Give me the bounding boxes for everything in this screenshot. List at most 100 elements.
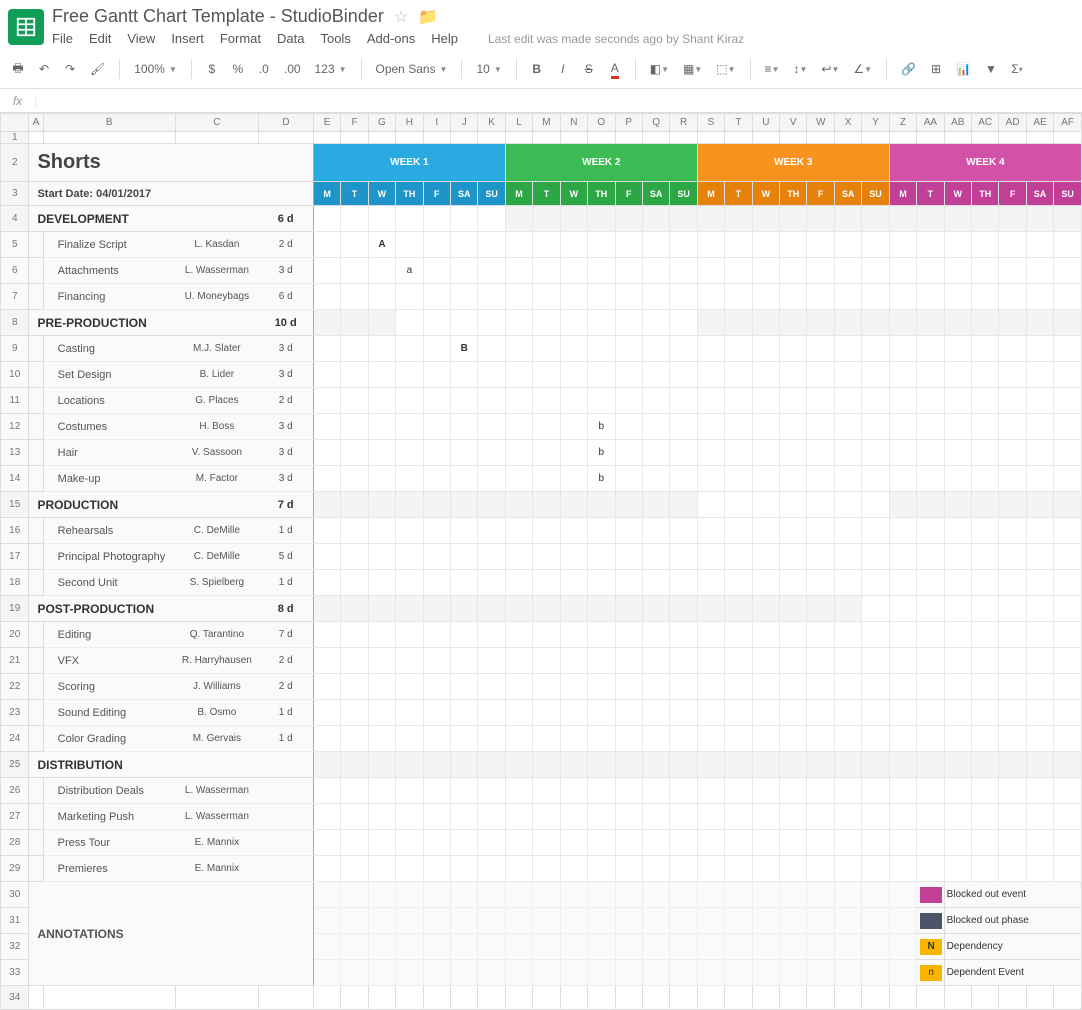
gantt-cell[interactable] [642, 726, 669, 752]
gantt-cell[interactable] [725, 726, 752, 752]
row-header[interactable]: 8 [1, 310, 29, 336]
gantt-cell[interactable] [588, 700, 615, 726]
menu-format[interactable]: Format [220, 31, 261, 46]
task-duration[interactable]: 5 d [259, 544, 314, 570]
gantt-cell[interactable] [313, 856, 340, 882]
day-header[interactable]: SU [862, 182, 889, 206]
gantt-cell[interactable] [615, 466, 642, 492]
gantt-cell[interactable] [725, 622, 752, 648]
gantt-cell[interactable] [889, 388, 916, 414]
gantt-cell[interactable] [752, 414, 779, 440]
gantt-cell[interactable] [423, 206, 450, 232]
gantt-cell[interactable] [697, 414, 724, 440]
gantt-cell[interactable] [1054, 752, 1082, 778]
cell[interactable] [396, 908, 423, 934]
row-header[interactable]: 11 [1, 388, 29, 414]
gantt-cell[interactable] [368, 414, 395, 440]
gantt-cell[interactable] [642, 518, 669, 544]
gantt-cell[interactable] [368, 830, 395, 856]
task-duration[interactable] [259, 804, 314, 830]
col-header[interactable]: AB [944, 114, 971, 132]
cell[interactable] [533, 934, 560, 960]
task-name[interactable]: Editing [43, 622, 175, 648]
h-align-icon[interactable]: ≡▼ [761, 56, 784, 82]
gantt-cell[interactable] [505, 310, 532, 336]
gantt-cell[interactable] [697, 440, 724, 466]
gantt-cell[interactable] [917, 284, 944, 310]
cell[interactable] [588, 908, 615, 934]
gantt-cell[interactable] [368, 518, 395, 544]
cell[interactable] [1026, 132, 1053, 144]
gantt-cell[interactable] [697, 362, 724, 388]
gantt-cell[interactable] [588, 674, 615, 700]
gantt-cell[interactable] [1026, 778, 1053, 804]
gantt-cell[interactable] [999, 388, 1026, 414]
gantt-cell[interactable] [505, 570, 532, 596]
gantt-cell[interactable] [889, 310, 916, 336]
gantt-cell[interactable] [834, 752, 861, 778]
gantt-cell[interactable] [642, 830, 669, 856]
gantt-cell[interactable] [752, 856, 779, 882]
gantt-cell[interactable] [341, 232, 368, 258]
gantt-cell[interactable] [642, 752, 669, 778]
cell[interactable] [615, 882, 642, 908]
day-header[interactable]: F [423, 182, 450, 206]
gantt-cell[interactable] [972, 362, 999, 388]
gantt-cell[interactable] [533, 622, 560, 648]
gantt-cell[interactable] [560, 752, 587, 778]
gantt-cell[interactable] [999, 674, 1026, 700]
gantt-cell[interactable] [697, 674, 724, 700]
gantt-cell[interactable] [615, 232, 642, 258]
gantt-cell[interactable] [862, 362, 889, 388]
gantt-cell[interactable] [423, 596, 450, 622]
gantt-cell[interactable] [313, 622, 340, 648]
gantt-cell[interactable] [450, 570, 477, 596]
gantt-cell[interactable] [752, 830, 779, 856]
gantt-cell[interactable] [752, 518, 779, 544]
gantt-cell[interactable] [1054, 622, 1082, 648]
row-header[interactable]: 3 [1, 182, 29, 206]
gantt-cell[interactable] [533, 414, 560, 440]
gantt-cell[interactable] [834, 778, 861, 804]
cell[interactable] [560, 132, 587, 144]
cell[interactable] [396, 934, 423, 960]
cell[interactable] [752, 132, 779, 144]
cell[interactable] [396, 986, 423, 1010]
gantt-cell[interactable] [588, 258, 615, 284]
gantt-cell[interactable] [1026, 284, 1053, 310]
gantt-cell[interactable] [670, 388, 697, 414]
gantt-cell[interactable] [533, 752, 560, 778]
gantt-cell[interactable] [450, 310, 477, 336]
task-name[interactable]: Casting [43, 336, 175, 362]
cell[interactable] [29, 648, 43, 674]
task-owner[interactable]: U. Moneybags [175, 284, 258, 310]
gantt-cell[interactable] [560, 856, 587, 882]
gantt-cell[interactable] [889, 232, 916, 258]
gantt-cell[interactable] [368, 622, 395, 648]
day-header[interactable]: F [999, 182, 1026, 206]
gantt-cell[interactable] [533, 830, 560, 856]
gantt-cell[interactable] [588, 206, 615, 232]
gantt-cell[interactable] [834, 466, 861, 492]
gantt-cell[interactable] [560, 570, 587, 596]
gantt-cell[interactable] [670, 856, 697, 882]
col-header[interactable]: F [341, 114, 368, 132]
gantt-cell[interactable] [725, 362, 752, 388]
row-header[interactable]: 29 [1, 856, 29, 882]
gantt-cell[interactable] [725, 804, 752, 830]
cell[interactable] [917, 132, 944, 144]
gantt-cell[interactable] [313, 388, 340, 414]
gantt-cell[interactable] [478, 336, 505, 362]
currency-icon[interactable]: $ [202, 56, 222, 82]
gantt-cell[interactable] [450, 258, 477, 284]
col-header[interactable]: W [807, 114, 834, 132]
gantt-cell[interactable] [642, 674, 669, 700]
cell[interactable] [670, 908, 697, 934]
gantt-cell[interactable] [313, 544, 340, 570]
gantt-cell[interactable] [917, 232, 944, 258]
gantt-cell[interactable] [368, 284, 395, 310]
cell[interactable] [697, 882, 724, 908]
gantt-cell[interactable]: B [450, 336, 477, 362]
col-header[interactable]: R [670, 114, 697, 132]
cell[interactable] [478, 960, 505, 986]
